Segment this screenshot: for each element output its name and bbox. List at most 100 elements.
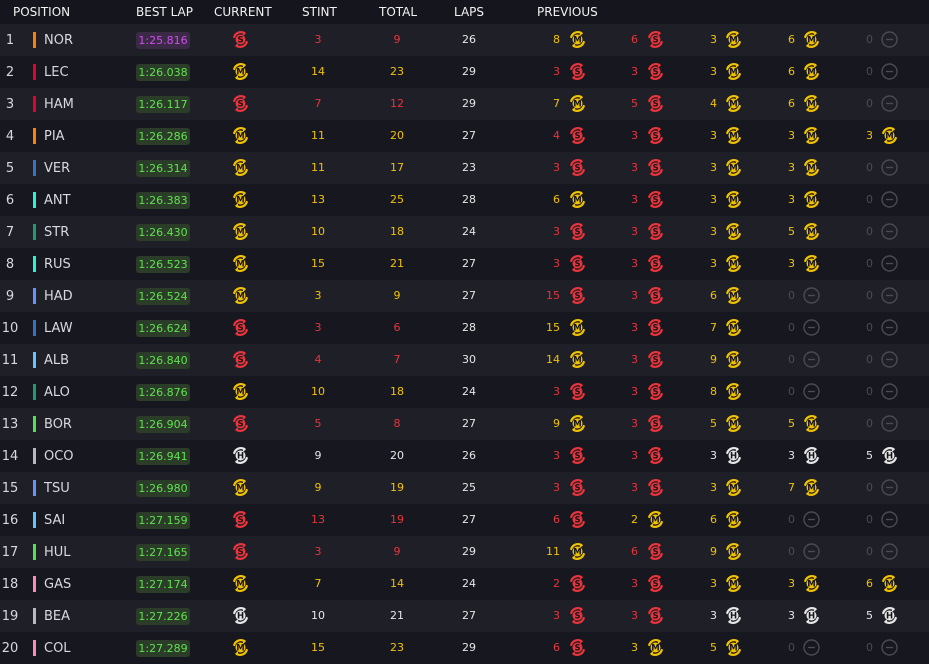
previous-stint-laps: 0 [866, 161, 873, 174]
driver-code[interactable]: NOR [44, 33, 73, 48]
table-row[interactable]: 15 TSU 1:26.980 M 9 19 25 3 S 3 S 3 M 7 M 0 [0, 472, 929, 504]
current-tyre-soft-icon: S [231, 510, 250, 529]
table-row[interactable]: 9 HAD 1:26.524 M 3 9 27 15 S 3 S 6 M 0 0 [0, 280, 929, 312]
driver-code[interactable]: HAM [44, 97, 74, 112]
driver-code[interactable]: SAI [44, 513, 65, 528]
previous-tyre-none-icon [880, 30, 899, 49]
total-laps: 9 [393, 289, 401, 302]
total-laps: 17 [390, 161, 404, 174]
table-row[interactable]: 11 ALB 1:26.840 S 4 7 30 14 M 3 S 9 M 0 0 [0, 344, 929, 376]
driver-code[interactable]: GAS [44, 577, 71, 592]
driver-code[interactable]: RUS [44, 257, 71, 272]
driver-code[interactable]: STR [44, 225, 69, 240]
previous-tyre-medium-icon: M [724, 222, 743, 241]
table-row[interactable]: 20 COL 1:27.289 M 15 23 29 6 S 3 M 5 M 0 0 [0, 632, 929, 664]
current-tyre-medium-icon: M [231, 638, 250, 657]
previous-stint-laps: 3 [553, 385, 560, 398]
table-row[interactable]: 5 VER 1:26.314 M 11 17 23 3 S 3 S 3 M 3 M 0 [0, 152, 929, 184]
svg-text:S: S [574, 260, 580, 270]
previous-tyre-soft-icon: S [646, 222, 665, 241]
team-color-bar [33, 32, 36, 48]
total-laps: 8 [393, 417, 401, 430]
header-stint[interactable]: STINT [302, 5, 337, 19]
header-total[interactable]: TOTAL [379, 5, 417, 19]
previous-stint-laps: 0 [866, 97, 873, 110]
previous-stint-laps: 8 [553, 33, 560, 46]
position-number: 7 [5, 225, 15, 240]
current-tyre-hard-icon: H [231, 446, 250, 465]
previous-tyre-medium-icon: M [880, 126, 899, 145]
table-row[interactable]: 14 OCO 1:26.941 H 9 20 26 3 S 3 S 3 H 3 H 5 H [0, 440, 929, 472]
previous-tyre-hard-icon: H [880, 446, 899, 465]
table-row[interactable]: 6 ANT 1:26.383 M 13 25 28 6 M 3 S 3 M 3 M 0 [0, 184, 929, 216]
header-current[interactable]: CURRENT [214, 5, 272, 19]
previous-tyre-none-icon [802, 510, 821, 529]
driver-code[interactable]: ALB [44, 353, 69, 368]
previous-stint-laps: 3 [631, 481, 638, 494]
driver-code[interactable]: HAD [44, 289, 73, 304]
laps-count: 26 [462, 33, 476, 46]
table-row[interactable]: 4 PIA 1:26.286 M 11 20 27 4 S 3 S 3 M 3 M 3 M [0, 120, 929, 152]
svg-text:S: S [237, 548, 243, 558]
laps-count: 27 [462, 417, 476, 430]
svg-text:M: M [236, 196, 244, 206]
previous-tyre-soft-icon: S [568, 158, 587, 177]
driver-code[interactable]: BEA [44, 609, 70, 624]
previous-tyre-medium-icon: M [802, 30, 821, 49]
previous-stint-laps: 6 [788, 97, 795, 110]
position-number: 13 [1, 417, 19, 432]
position-number: 14 [1, 449, 19, 464]
stint-laps: 3 [314, 545, 322, 558]
driver-code[interactable]: COL [44, 641, 71, 656]
header-best-lap[interactable]: BEST LAP [136, 5, 193, 19]
table-row[interactable]: 2 LEC 1:26.038 M 14 23 29 3 S 3 S 3 M 6 M 0 [0, 56, 929, 88]
table-row[interactable]: 12 ALO 1:26.876 M 10 18 24 3 S 3 S 8 M 0 0 [0, 376, 929, 408]
table-row[interactable]: 13 BOR 1:26.904 S 5 8 27 9 M 3 S 5 M 5 M 0 [0, 408, 929, 440]
best-lap-time: 1:26.314 [136, 160, 190, 177]
table-row[interactable]: 1 NOR 1:25.816 S 3 9 26 8 M 6 S 3 M 6 M 0 [0, 24, 929, 56]
svg-text:M: M [236, 644, 244, 654]
current-tyre-medium-icon: M [231, 286, 250, 305]
header-previous[interactable]: PREVIOUS [537, 5, 598, 19]
driver-code[interactable]: LEC [44, 65, 69, 80]
position-number: 20 [1, 641, 19, 656]
previous-tyre-medium-icon: M [802, 190, 821, 209]
previous-tyre-hard-icon: H [880, 606, 899, 625]
svg-text:S: S [652, 356, 658, 366]
driver-code[interactable]: HUL [44, 545, 71, 560]
header-position[interactable]: POSITION [13, 5, 70, 19]
driver-code[interactable]: BOR [44, 417, 72, 432]
laps-count: 27 [462, 289, 476, 302]
previous-stint-laps: 3 [631, 385, 638, 398]
table-row[interactable]: 7 STR 1:26.430 M 10 18 24 3 S 3 S 3 M 5 M 0 [0, 216, 929, 248]
svg-text:M: M [729, 36, 737, 46]
previous-stint-laps: 0 [866, 33, 873, 46]
table-row[interactable]: 16 SAI 1:27.159 S 13 19 27 6 S 2 M 6 M 0 0 [0, 504, 929, 536]
previous-tyre-soft-icon: S [646, 350, 665, 369]
header-laps[interactable]: LAPS [454, 5, 484, 19]
table-row[interactable]: 8 RUS 1:26.523 M 15 21 27 3 S 3 S 3 M 3 M 0 [0, 248, 929, 280]
previous-stint-laps: 3 [631, 577, 638, 590]
stint-laps: 11 [311, 129, 325, 142]
svg-text:M: M [807, 484, 815, 494]
svg-text:M: M [807, 196, 815, 206]
team-color-bar [33, 480, 36, 496]
table-row[interactable]: 19 BEA 1:27.226 H 10 21 27 3 S 3 S 3 H 3 H 5 H [0, 600, 929, 632]
table-row[interactable]: 18 GAS 1:27.174 M 7 14 24 2 S 3 S 3 M 3 M 6 M [0, 568, 929, 600]
driver-code[interactable]: ANT [44, 193, 71, 208]
previous-tyre-none-icon [880, 542, 899, 561]
table-row[interactable]: 3 HAM 1:26.117 S 7 12 29 7 M 5 S 4 M 6 M 0 [0, 88, 929, 120]
driver-code[interactable]: TSU [44, 481, 70, 496]
driver-code[interactable]: VER [44, 161, 70, 176]
table-row[interactable]: 10 LAW 1:26.624 S 3 6 28 15 M 3 S 7 M 0 0 [0, 312, 929, 344]
previous-stint-laps: 0 [866, 321, 873, 334]
previous-tyre-soft-icon: S [646, 414, 665, 433]
driver-code[interactable]: ALO [44, 385, 70, 400]
driver-code[interactable]: OCO [44, 449, 74, 464]
svg-text:S: S [237, 100, 243, 110]
previous-tyre-soft-icon: S [646, 446, 665, 465]
previous-tyre-hard-icon: H [724, 446, 743, 465]
table-row[interactable]: 17 HUL 1:27.165 S 3 9 29 11 M 6 S 9 M 0 0 [0, 536, 929, 568]
driver-code[interactable]: LAW [44, 321, 73, 336]
driver-code[interactable]: PIA [44, 129, 65, 144]
